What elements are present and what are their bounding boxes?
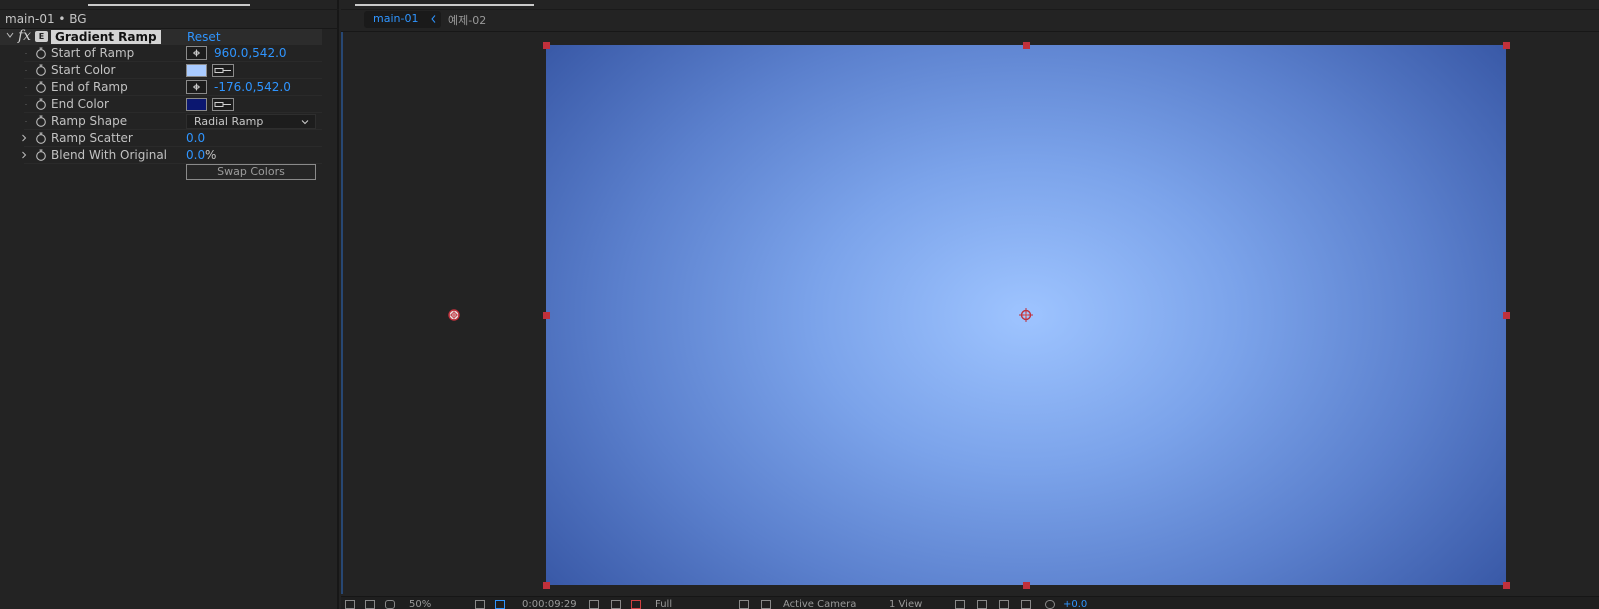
camera-snapshot-icon[interactable] [589, 600, 599, 609]
stopwatch-icon[interactable] [35, 98, 47, 110]
toggle-pixel-aspect-icon[interactable] [955, 600, 965, 609]
dropdown-value: Radial Ramp [194, 115, 264, 128]
property-label: Ramp Scatter [51, 131, 133, 145]
chevron-down-icon [301, 120, 309, 125]
panel-divider [0, 9, 339, 10]
transform-handle[interactable] [543, 312, 550, 319]
eyedropper-button[interactable] [212, 98, 234, 111]
grid-icon[interactable] [475, 600, 485, 609]
tab-label: main-01 [373, 12, 419, 25]
reset-link[interactable]: Reset [187, 30, 221, 44]
property-label: End Color [51, 97, 109, 111]
show-snapshot-icon[interactable] [611, 600, 621, 609]
point-crosshair-button[interactable] [186, 80, 207, 94]
stopwatch-icon[interactable] [35, 149, 47, 161]
start-of-ramp-value[interactable]: 960.0,542.0 [214, 46, 287, 60]
effect-header[interactable] [0, 29, 322, 45]
property-row-start-color: Start Color [0, 62, 322, 79]
draft-3d-icon[interactable] [999, 600, 1009, 609]
effect-controls-panel: main-01 • BG fx E Gradient Ramp Reset St… [0, 0, 339, 609]
transform-handle[interactable] [1503, 312, 1510, 319]
property-label: Blend With Original [51, 148, 168, 162]
property-row-blend-with-original: Blend With Original 0.0 % [0, 147, 322, 164]
end-point-crosshair-icon[interactable] [447, 308, 461, 322]
property-label: Start Color [51, 63, 116, 77]
crosshair-icon [193, 49, 200, 57]
fx-toggle-icon[interactable]: fx [18, 28, 31, 44]
color-channels-icon[interactable] [631, 600, 641, 609]
tab-example-02[interactable]: 예제-02 [448, 12, 486, 28]
effect-badge-icon: E [35, 31, 48, 42]
stopwatch-icon[interactable] [35, 64, 47, 76]
twirl-closed-icon[interactable] [20, 134, 28, 142]
stopwatch-icon[interactable] [35, 81, 47, 93]
viewer-bottom-toolbar: 50% 0:00:09:29 Full Active Camera 1 View… [341, 596, 1599, 609]
end-color-swatch[interactable] [186, 98, 207, 111]
composition-viewer: main-01 예제-02 50% 0:00:09:29 Full Active… [341, 0, 1599, 609]
motion-blur-icon[interactable] [977, 600, 987, 609]
stopwatch-icon[interactable] [35, 47, 47, 59]
end-of-ramp-value[interactable]: -176.0,542.0 [214, 80, 291, 94]
blend-unit: % [205, 148, 217, 162]
transform-handle[interactable] [543, 42, 550, 49]
property-label: Ramp Shape [51, 114, 128, 128]
fast-previews-icon[interactable] [739, 600, 749, 609]
eyedropper-icon [214, 68, 231, 73]
preview-options-icon[interactable] [345, 600, 355, 609]
current-timecode[interactable]: 0:00:09:29 [522, 599, 577, 609]
flowchart-icon[interactable] [1021, 600, 1031, 609]
transform-handle[interactable] [1503, 42, 1510, 49]
ramp-scatter-value[interactable]: 0.0 [186, 131, 205, 145]
layer-title: main-01 • BG [5, 12, 87, 26]
resolution-dropdown[interactable]: Full [655, 599, 672, 609]
camera-dropdown[interactable]: Active Camera [783, 599, 856, 609]
tree-line [25, 53, 27, 54]
transform-handle[interactable] [1023, 42, 1030, 49]
property-row-ramp-shape: Ramp Shape Radial Ramp [0, 113, 322, 130]
viewer-focus-edge [341, 32, 343, 594]
exposure-value[interactable]: +0.0 [1063, 599, 1087, 609]
chevron-left-icon[interactable] [430, 14, 437, 24]
property-label: End of Ramp [51, 80, 128, 94]
eyedropper-icon [214, 102, 231, 107]
tab-main-01[interactable]: main-01 [364, 11, 441, 28]
property-row-end-of-ramp: End of Ramp -176.0,542.0 [0, 79, 322, 96]
stopwatch-icon[interactable] [35, 132, 47, 144]
transform-handle[interactable] [1023, 582, 1030, 589]
reset-exposure-icon[interactable] [1045, 600, 1055, 609]
blend-value[interactable]: 0.0 [186, 148, 205, 162]
transparency-icon[interactable] [495, 600, 505, 609]
start-color-swatch[interactable] [186, 64, 207, 77]
mask-visibility-icon[interactable] [385, 600, 395, 609]
start-point-crosshair-icon[interactable] [1019, 308, 1033, 322]
property-label: Start of Ramp [51, 46, 135, 60]
stopwatch-icon[interactable] [35, 115, 47, 127]
property-row-end-color: End Color [0, 96, 322, 113]
swap-colors-button[interactable]: Swap Colors [186, 164, 316, 180]
transparency-grid-icon[interactable] [761, 600, 771, 609]
zoom-dropdown[interactable]: 50% [409, 599, 431, 609]
transform-handle[interactable] [543, 582, 550, 589]
crosshair-icon [193, 83, 200, 91]
point-crosshair-button[interactable] [186, 46, 207, 60]
eyedropper-button[interactable] [212, 64, 234, 77]
region-of-interest-icon[interactable] [365, 600, 375, 609]
view-layout-dropdown[interactable]: 1 View [889, 599, 922, 609]
panel-tab-underline [88, 4, 250, 6]
twirl-open-icon[interactable] [6, 31, 14, 39]
twirl-closed-icon[interactable] [20, 151, 28, 159]
viewer-divider [341, 9, 1599, 10]
effect-name[interactable]: Gradient Ramp [51, 30, 161, 44]
transform-handle[interactable] [1503, 582, 1510, 589]
ramp-shape-dropdown[interactable]: Radial Ramp [186, 114, 316, 129]
viewer-tab-underline [355, 4, 534, 6]
property-row-start-of-ramp: Start of Ramp 960.0,542.0 [0, 45, 322, 62]
property-row-ramp-scatter: Ramp Scatter 0.0 [0, 130, 322, 147]
